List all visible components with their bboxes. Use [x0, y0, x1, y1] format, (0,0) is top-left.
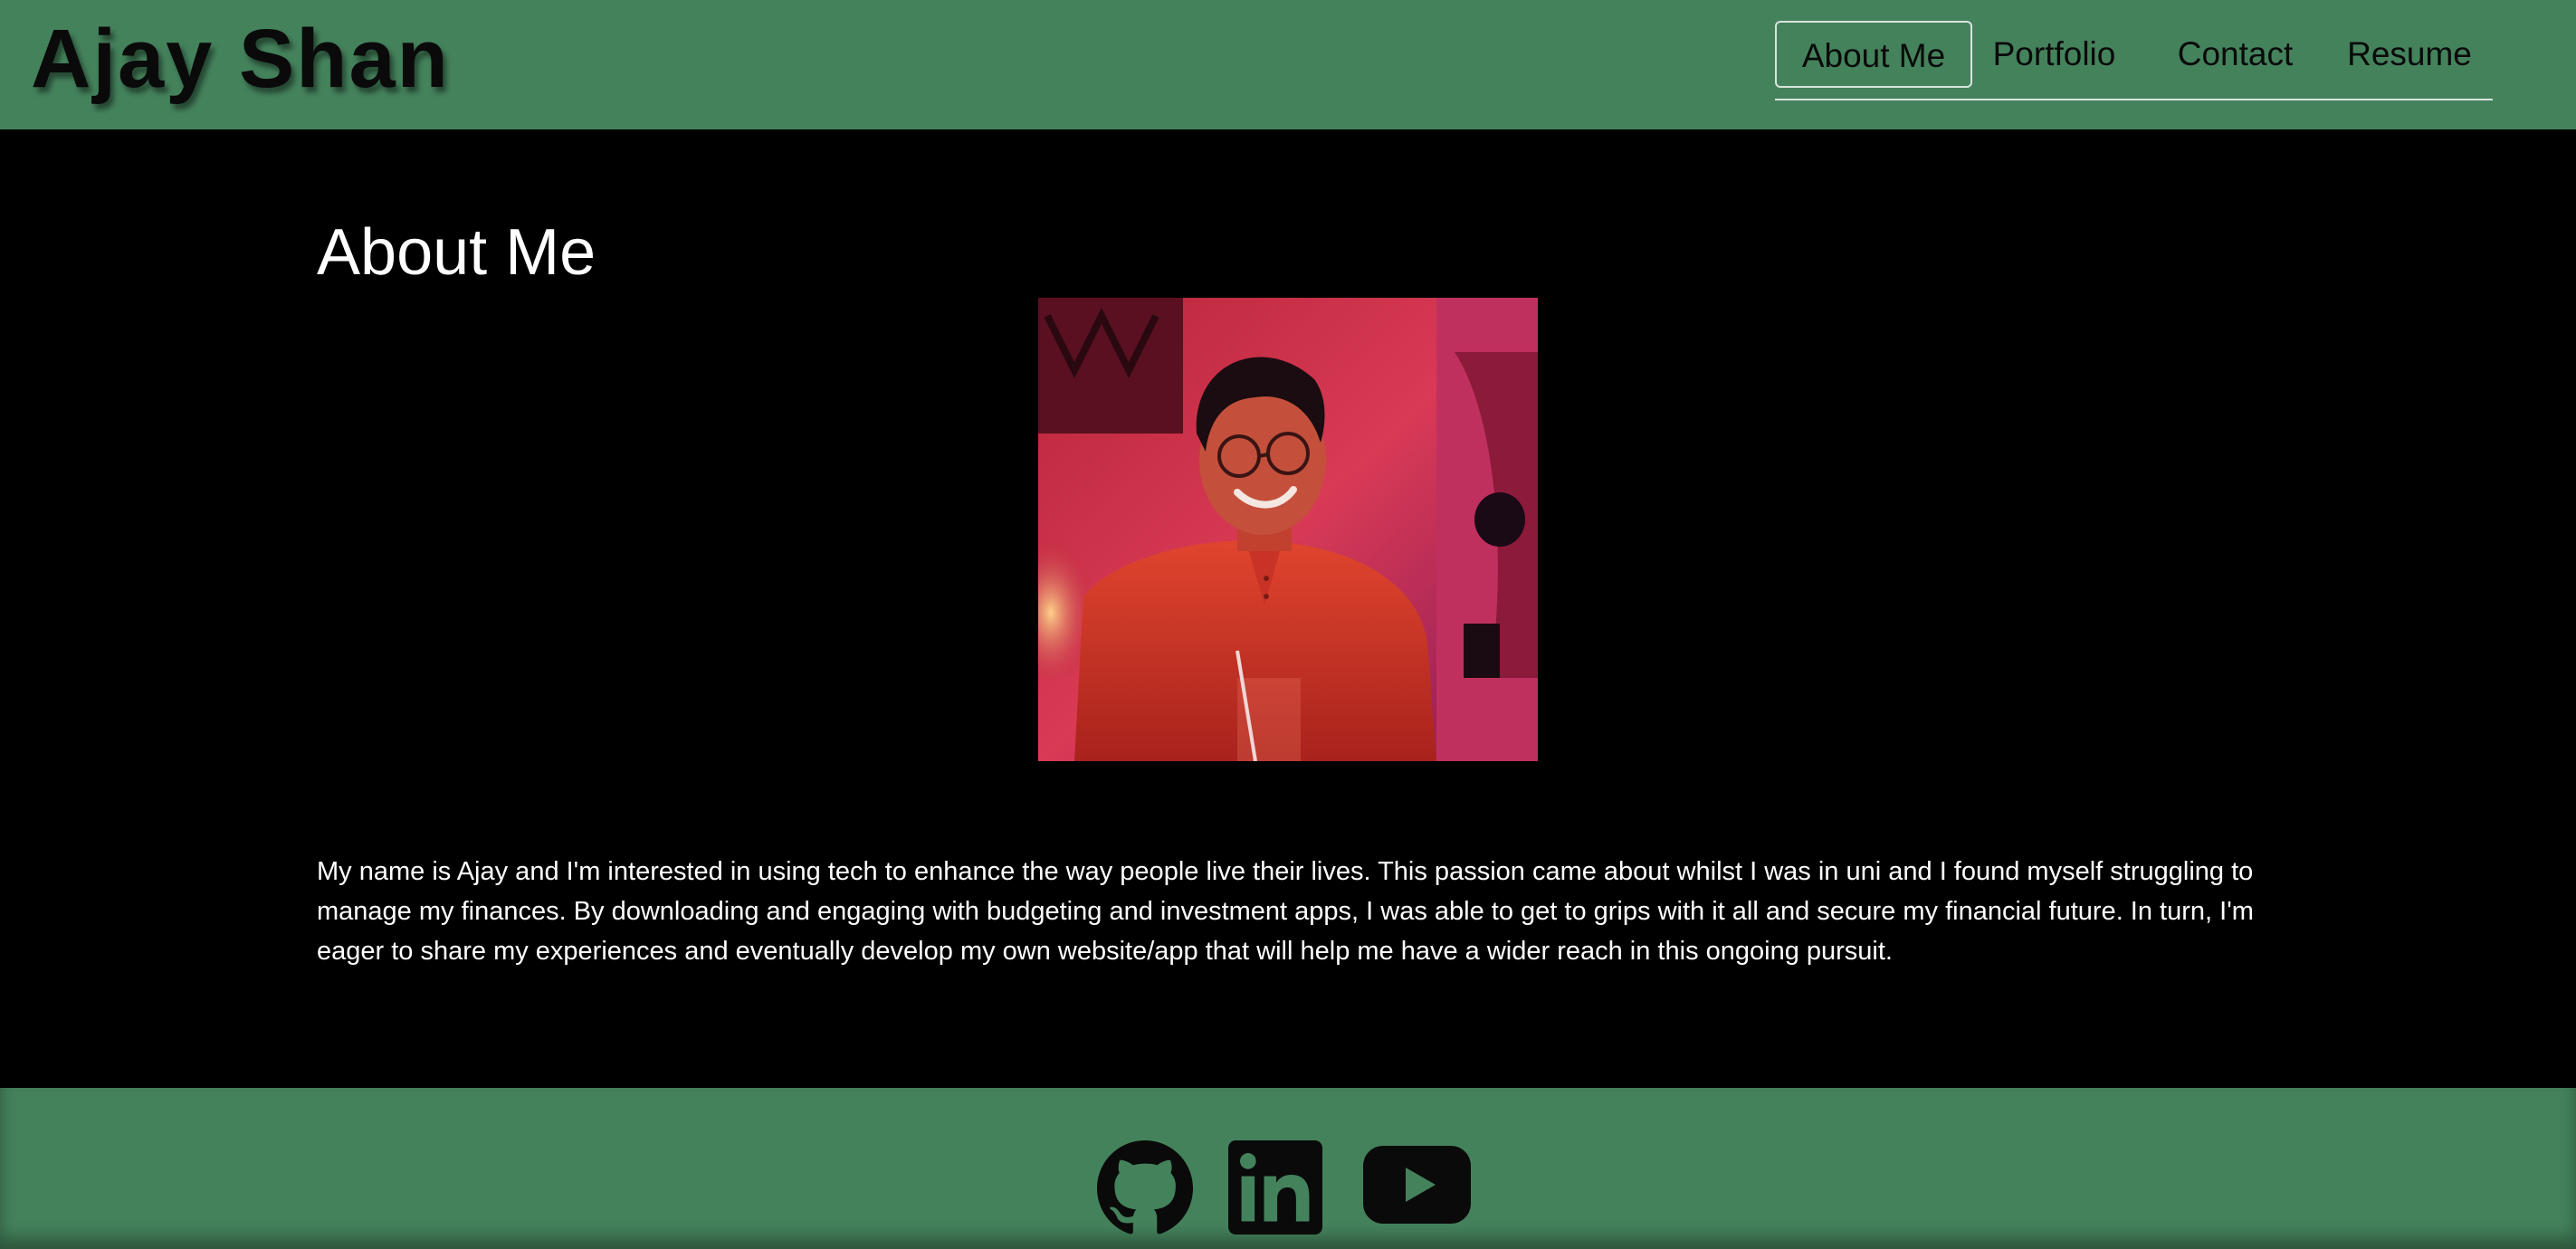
site-title: Ajay Shan — [31, 13, 450, 105]
nav-resume[interactable]: Resume — [2337, 21, 2482, 88]
nav-portfolio[interactable]: Portfolio — [1989, 21, 2120, 88]
linkedin-icon[interactable] — [1228, 1140, 1322, 1236]
nav-contact[interactable]: Contact — [2171, 21, 2300, 88]
bio-text: My name is Ajay and I'm interested in us… — [317, 857, 2254, 966]
github-icon[interactable] — [1097, 1140, 1193, 1236]
nav-about-me[interactable]: About Me — [1775, 21, 1972, 88]
profile-photo — [1038, 298, 1538, 761]
youtube-icon[interactable] — [1363, 1140, 1471, 1236]
site-footer — [0, 1088, 2576, 1249]
main-nav: About Me Portfolio Contact Resume — [1775, 21, 2493, 100]
site-header: Ajay Shan About Me Portfolio Contact Res… — [0, 0, 2576, 129]
page-heading: About Me — [317, 216, 596, 289]
main-content: About Me My name is Ajay and I'm interes… — [0, 129, 2576, 1088]
